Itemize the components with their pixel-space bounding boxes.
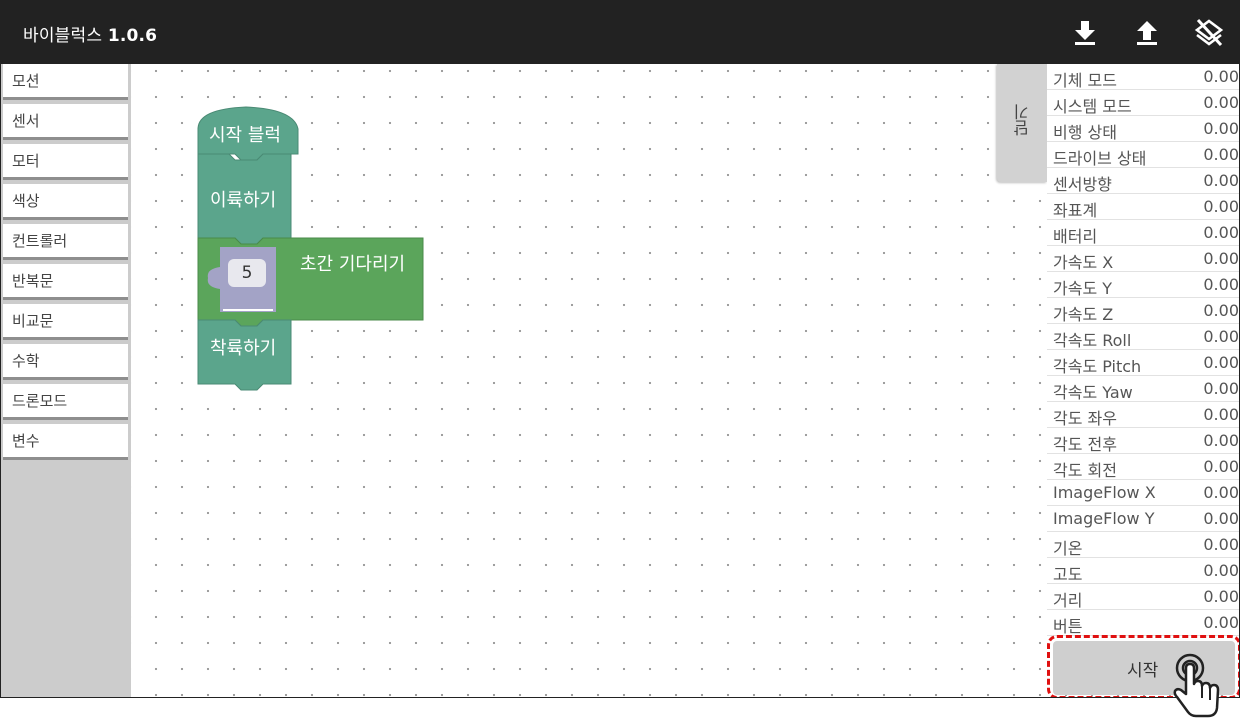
upload-icon[interactable] [1130, 15, 1164, 49]
sensor-row: 거리 0.00 [1047, 584, 1239, 610]
sensor-value: 0.00 [1203, 67, 1239, 86]
sensor-label: 각도 좌우 [1053, 409, 1117, 428]
wait-seconds-input[interactable]: 5 [228, 259, 266, 287]
sensor-value: 0.00 [1203, 223, 1239, 242]
sensor-value: 0.00 [1203, 613, 1239, 632]
sensor-label: 각도 전후 [1053, 435, 1117, 454]
app-window: 바이블럭스 1.0.6 모션 센서 모터 색상 컨트롤러 반복문 비교문 수학 … [0, 0, 1240, 698]
sensor-value: 0.00 [1203, 587, 1239, 606]
sensor-row: 배터리 0.00 [1047, 220, 1239, 246]
sensor-label: 배터리 [1053, 227, 1098, 246]
layers-clear-icon[interactable] [1192, 15, 1226, 49]
sensor-row: 센서방향 0.00 [1047, 168, 1239, 194]
download-icon[interactable] [1068, 15, 1102, 49]
sensor-row: 고도 0.00 [1047, 558, 1239, 584]
sensor-row: 각도 회전 0.00 [1047, 454, 1239, 480]
wait-block-label: 초간 기다리기 [300, 254, 406, 275]
sensor-row: 시스템 모드 0.00 [1047, 90, 1239, 116]
sensor-row: 가속도 Y 0.00 [1047, 272, 1239, 298]
sensor-value: 0.00 [1203, 405, 1239, 424]
sensor-panel: 기체 모드 0.00 시스템 모드 0.00 비행 상태 0.00 드라이브 상태 0.… [1047, 64, 1239, 636]
sensor-label: 고도 [1053, 565, 1083, 584]
close-panel-tab[interactable]: 닫기 [997, 64, 1047, 182]
sensor-label: 드라이브 상태 [1053, 149, 1147, 168]
start-button-label: 시작 [1127, 661, 1159, 681]
sensor-label: 센서방향 [1053, 175, 1112, 194]
sensor-value: 0.00 [1203, 457, 1239, 476]
sensor-value: 0.00 [1203, 197, 1239, 216]
sensor-row: 각속도 Pitch 0.00 [1047, 350, 1239, 376]
sensor-row: 가속도 X 0.00 [1047, 246, 1239, 272]
sensor-label: 버튼 [1053, 617, 1083, 636]
sensor-label: 좌표계 [1053, 201, 1098, 220]
sensor-value: 0.00 [1203, 431, 1239, 450]
sensor-label: 시스템 모드 [1053, 97, 1132, 116]
tap-gesture-icon [1173, 653, 1220, 718]
sensor-label: 각도 회전 [1053, 461, 1117, 480]
sensor-value: 0.00 [1203, 561, 1239, 580]
sensor-label: 가속도 X [1053, 253, 1114, 272]
sensor-value: 0.00 [1203, 327, 1239, 346]
sensor-label: 비행 상태 [1053, 123, 1117, 142]
sensor-row: ImageFlow Y 0.00 [1047, 506, 1239, 532]
sensor-row: ImageFlow X 0.00 [1047, 480, 1239, 506]
sensor-value: 0.00 [1203, 93, 1239, 112]
takeoff-block-label: 이륙하기 [210, 190, 277, 211]
sensor-row: 각도 전후 0.00 [1047, 428, 1239, 454]
sensor-label: 각속도 Pitch [1053, 357, 1142, 376]
sensor-row: 기온 0.00 [1047, 532, 1239, 558]
block-stack [197, 106, 424, 391]
sensor-row: 가속도 Z 0.00 [1047, 298, 1239, 324]
sensor-value: 0.00 [1203, 301, 1239, 320]
sensor-value: 0.00 [1203, 145, 1239, 164]
sensor-label: 각속도 Yaw [1053, 383, 1133, 402]
sensor-row: 좌표계 0.00 [1047, 194, 1239, 220]
sensor-label: 각속도 Roll [1053, 331, 1132, 350]
sensor-value: 0.00 [1203, 353, 1239, 372]
sensor-value: 0.00 [1203, 119, 1239, 138]
sensor-value: 0.00 [1203, 379, 1239, 398]
sensor-label: ImageFlow Y [1053, 509, 1155, 528]
sensor-label: 거리 [1053, 591, 1083, 610]
sensor-value: 0.00 [1203, 275, 1239, 294]
start-block-label: 시작 블럭 [209, 125, 281, 146]
sensor-label: 가속도 Y [1053, 279, 1113, 298]
sensor-row: 각속도 Yaw 0.00 [1047, 376, 1239, 402]
sensor-label: 기온 [1053, 539, 1083, 558]
sensor-row: 각속도 Roll 0.00 [1047, 324, 1239, 350]
sensor-value: 0.00 [1203, 171, 1239, 190]
sensor-label: ImageFlow X [1053, 483, 1156, 502]
sensor-value: 0.00 [1203, 249, 1239, 268]
sensor-row: 드라이브 상태 0.00 [1047, 142, 1239, 168]
category-variable[interactable]: 변수 [3, 424, 128, 460]
sensor-value: 0.00 [1203, 483, 1239, 502]
sensor-label: 가속도 Z [1053, 305, 1114, 324]
sensor-row: 비행 상태 0.00 [1047, 116, 1239, 142]
sensor-value: 0.00 [1203, 535, 1239, 554]
sensor-label: 기체 모드 [1053, 71, 1117, 90]
sensor-row: 기체 모드 0.00 [1047, 64, 1239, 90]
land-block-label: 착륙하기 [210, 338, 277, 359]
sensor-value: 0.00 [1203, 509, 1239, 528]
sensor-row: 버튼 0.00 [1047, 610, 1239, 636]
close-panel-label: 닫기 [1013, 104, 1032, 136]
sensor-row: 각도 좌우 0.00 [1047, 402, 1239, 428]
